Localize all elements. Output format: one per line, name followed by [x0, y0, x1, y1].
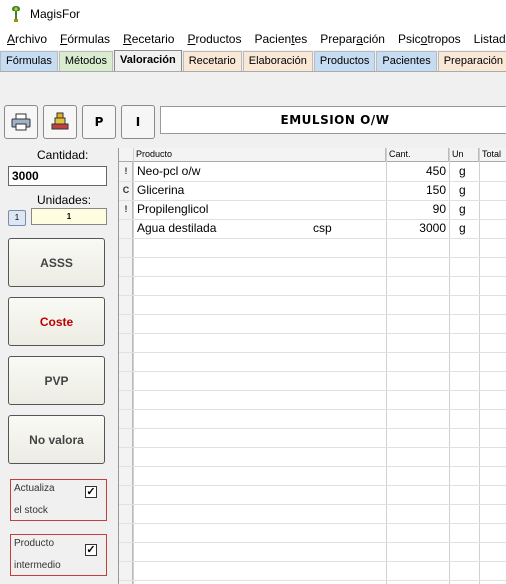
p-button[interactable]: P [82, 105, 116, 139]
menu-formulas[interactable]: Fórmulas [53, 32, 116, 46]
cell-csp: csp [313, 221, 332, 235]
grid-row-divider [119, 390, 506, 391]
grid-row-divider [119, 314, 506, 315]
producto-label: Producto [14, 538, 55, 549]
cell-cant[interactable]: 90 [386, 200, 446, 218]
tab-productos[interactable]: Productos [313, 51, 376, 71]
grid-row-divider [119, 371, 506, 372]
unidades-input[interactable]: 1 [31, 208, 107, 225]
cell-cant[interactable]: 450 [386, 162, 446, 180]
producto-intermedio-checkbox-group[interactable]: Producto intermedio ✓ [10, 534, 107, 576]
menu-pacientes[interactable]: Pacientes [247, 32, 313, 46]
menu-recetario[interactable]: Recetario [116, 32, 180, 46]
column-header-producto[interactable]: Producto [133, 148, 386, 162]
grid-row-divider [119, 409, 506, 410]
grid-row-divider [119, 523, 506, 524]
menu-listados[interactable]: Listados [467, 32, 506, 46]
window-title: MagisFor [30, 7, 81, 21]
grid-header: Producto Cant. Un Total [119, 148, 506, 162]
stamp-button[interactable] [43, 105, 77, 139]
no-valora-button[interactable]: No valora [8, 415, 105, 464]
grid-row-divider [119, 542, 506, 543]
menu-bar: Archivo Fórmulas Recetario Productos Pacient… [0, 28, 506, 50]
printer-icon [11, 113, 31, 131]
column-header-un[interactable]: Un [449, 148, 479, 162]
title-bar: MagisFor [0, 0, 506, 28]
grid-row-divider [119, 352, 506, 353]
intermedio-label: intermedio [14, 560, 61, 571]
tab-bar: Fórmulas Métodos Valoración Recetario Elabor… [0, 50, 506, 72]
cell-un[interactable]: g [459, 200, 466, 218]
menu-psicotropos[interactable]: Psicotropos [391, 32, 467, 46]
tab-valoracion[interactable]: Valoración [114, 50, 182, 71]
row-indicator: ! [124, 166, 128, 176]
coste-button[interactable]: Coste [8, 297, 105, 346]
cell-producto[interactable]: Glicerina [137, 181, 184, 199]
cell-un[interactable]: g [459, 219, 466, 237]
tab-preparacion[interactable]: Preparación [437, 51, 506, 71]
cell-cant[interactable]: 150 [386, 181, 446, 199]
grid-row-divider [119, 580, 506, 581]
cantidad-label: Cantidad: [37, 148, 89, 162]
menu-preparacion[interactable]: Preparación [313, 32, 391, 46]
stamp-icon [51, 112, 69, 130]
ingredients-grid[interactable]: Producto Cant. Un Total ! Neo-pcl o/w 450 g… [118, 148, 506, 584]
grid-column-divider [479, 148, 480, 584]
cantidad-input[interactable]: 3000 [8, 166, 107, 186]
unidades-reset-button[interactable]: 1 [8, 210, 26, 226]
grid-row-divider [119, 295, 506, 296]
cell-producto[interactable]: Neo-pcl o/w [137, 162, 200, 180]
grid-row-divider [119, 276, 506, 277]
grid-row-divider [119, 257, 506, 258]
grid-row-divider [119, 504, 506, 505]
actualiza-stock-checkbox[interactable]: ✓ [85, 486, 97, 498]
grid-row-divider [119, 466, 506, 467]
stock-label: el stock [14, 505, 48, 516]
grid-row-divider [119, 447, 506, 448]
menu-productos[interactable]: Productos [180, 32, 247, 46]
actualiza-stock-checkbox-group[interactable]: Actualiza el stock ✓ [10, 479, 107, 521]
grid-row-divider [119, 428, 506, 429]
print-button[interactable] [4, 105, 38, 139]
row-indicator: C [122, 185, 130, 195]
tab-formulas[interactable]: Fórmulas [0, 51, 58, 71]
tab-recetario[interactable]: Recetario [182, 51, 242, 71]
pvp-button[interactable]: PVP [8, 356, 105, 405]
grid-column-divider [449, 148, 450, 584]
asss-button[interactable]: ASSS [8, 238, 105, 287]
grid-row-divider [119, 238, 506, 239]
column-header-total[interactable]: Total [479, 148, 506, 162]
grid-row-divider [119, 561, 506, 562]
cell-un[interactable]: g [459, 162, 466, 180]
column-header-cant[interactable]: Cant. [386, 148, 449, 162]
cell-producto[interactable]: Propilenglicol [137, 200, 208, 218]
tab-elaboracion[interactable]: Elaboración [242, 51, 313, 71]
grid-row-divider [119, 485, 506, 486]
grid-column-divider [133, 148, 134, 584]
menu-archivo[interactable]: Archivo [0, 32, 53, 46]
formula-title-field[interactable]: EMULSION O/W [160, 106, 506, 134]
app-logo-icon [12, 6, 20, 22]
cell-un[interactable]: g [459, 181, 466, 199]
unidades-label: Unidades: [37, 193, 92, 207]
tab-metodos[interactable]: Métodos [58, 51, 114, 71]
cell-cant[interactable]: 3000 [386, 219, 446, 237]
cell-producto[interactable]: Agua destilada [137, 219, 216, 237]
i-button[interactable]: I [121, 105, 155, 139]
producto-intermedio-checkbox[interactable]: ✓ [85, 544, 97, 556]
tab-pacientes[interactable]: Pacientes [376, 51, 437, 71]
grid-row-divider [119, 333, 506, 334]
row-indicator: ! [124, 204, 128, 214]
actualiza-label: Actualiza [14, 483, 55, 494]
